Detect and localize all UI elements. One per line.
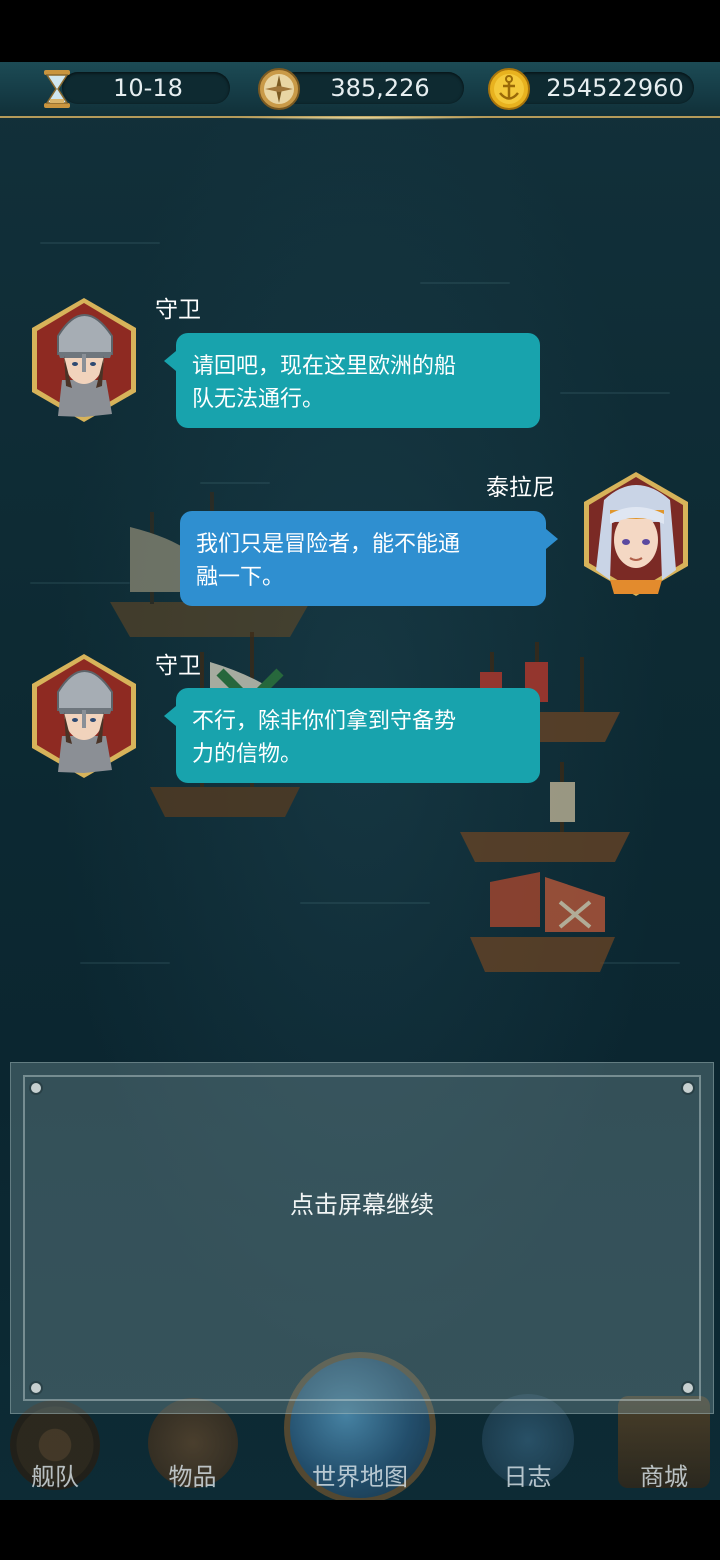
guard-portrait <box>28 296 140 424</box>
dialog-text-line: 力的信物。 <box>192 742 303 767</box>
dialog-bubble: 请回吧，现在这里欧洲的船 队无法通行。 <box>164 333 540 428</box>
panel-rivet <box>31 1083 41 1093</box>
dialog-bubble: 我们只是冒险者，能不能通 融一下。 <box>180 511 558 606</box>
nav-label: 世界地图 <box>312 1463 408 1491</box>
guard-portrait <box>28 652 140 780</box>
nav-label: 物品 <box>168 1463 217 1491</box>
navigation-bar-area <box>0 1500 720 1560</box>
dialog-text-line: 队无法通行。 <box>192 387 325 412</box>
nav-label: 舰队 <box>31 1463 79 1491</box>
compass-icon <box>256 66 302 112</box>
gold-coin-anchor-icon <box>486 66 532 112</box>
dialog-text-line: 请回吧，现在这里欧洲的船 <box>192 354 457 379</box>
ship-icon <box>470 872 615 972</box>
resource-bar: 10-18 385,226 254522960 <box>0 62 720 120</box>
date-value: 10-18 <box>113 74 183 102</box>
dialog-bubble: 不行，除非你们拿到守备势 力的信物。 <box>164 688 540 783</box>
dialog-text-line: 不行，除非你们拿到守备势 <box>192 709 457 734</box>
nav-label: 日志 <box>503 1463 552 1491</box>
nav-label: 商城 <box>640 1463 688 1491</box>
gold-display: 254522960 <box>512 72 694 104</box>
compass-value: 385,226 <box>330 74 430 102</box>
panel-rivet <box>31 1383 41 1393</box>
date-display: 10-18 <box>62 72 230 104</box>
dialog-text-line: 融一下。 <box>196 565 285 590</box>
panel-rivet <box>683 1383 693 1393</box>
hourglass-icon <box>34 66 80 112</box>
tap-to-continue-prompt: 点击屏幕继续 <box>290 1191 434 1219</box>
status-bar <box>0 0 720 62</box>
dialog-text-line: 我们只是冒险者，能不能通 <box>196 532 461 557</box>
speaker-name: 泰拉尼 <box>486 475 555 501</box>
compass-resource-display: 385,226 <box>280 72 464 104</box>
teralani-portrait <box>580 470 692 598</box>
panel-rivet <box>683 1083 693 1093</box>
gold-value: 254522960 <box>546 74 684 102</box>
speaker-name: 守卫 <box>155 297 201 323</box>
panel-frame <box>23 1075 701 1401</box>
tap-to-continue-panel[interactable]: 点击屏幕继续 <box>10 1062 714 1414</box>
speaker-name: 守卫 <box>155 653 201 679</box>
